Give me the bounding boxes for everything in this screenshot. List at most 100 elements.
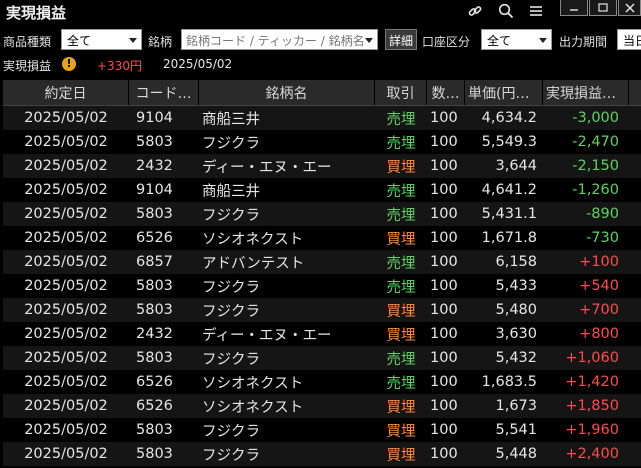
issue-search-placeholder: 銘柄コード / ティッカー / 銘柄名: [186, 34, 365, 48]
cell-trade-date: 2025/05/02: [24, 206, 108, 222]
maximize-icon[interactable]: [589, 0, 617, 16]
cell-trade-date: 2025/05/02: [24, 182, 108, 198]
cell-realized-pl: +800: [579, 326, 619, 342]
cell-quantity: 100: [430, 422, 458, 438]
cell-unit-price: 1,673: [495, 398, 537, 414]
cell-trade-date: 2025/05/02: [24, 326, 108, 342]
cell-unit-price: 1,671.8: [481, 230, 537, 246]
cell-side: 買埋: [386, 423, 416, 440]
cell-side: 売埋: [386, 279, 416, 296]
detail-button[interactable]: 詳細: [385, 29, 418, 50]
cell-quantity: 100: [430, 110, 458, 126]
minimize-icon[interactable]: [560, 0, 588, 16]
cell-quantity: 100: [430, 134, 458, 150]
table-row[interactable]: 2025/05/02 5803 フジクラ 買埋 100 5,480 +700: [3, 298, 641, 322]
cell-trade-date: 2025/05/02: [24, 374, 108, 390]
summary-label: 実現損益: [3, 59, 52, 73]
cell-quantity: 100: [430, 254, 458, 270]
table-row[interactable]: 2025/05/02 6526 ソシオネクスト 買埋 100 1,671.8 -730: [3, 226, 641, 250]
table-row[interactable]: 2025/05/02 5803 フジクラ 買埋 100 5,448 +2,400: [3, 442, 641, 466]
table-row[interactable]: 2025/05/02 5803 フジクラ 売埋 100 5,432 +1,060: [3, 346, 641, 370]
search-icon[interactable]: [494, 0, 518, 22]
table-row[interactable]: 2025/05/02 6526 ソシオネクスト 売埋 100 1,683.5 +1,420: [3, 370, 641, 394]
table-row[interactable]: 2025/05/02 6857 アドバンテスト 売埋 100 6,158 +100: [3, 250, 641, 274]
cell-code: 6526: [136, 230, 173, 246]
account-type-label: 口座区分: [422, 35, 471, 49]
table-row[interactable]: 2025/05/02 2432 ディー・エヌ・エー 買埋 100 3,644 -2,150: [3, 154, 641, 178]
cell-unit-price: 3,644: [495, 158, 537, 174]
header-realized-pl[interactable]: 実現損益…: [543, 80, 629, 105]
table-header: 約定日 コード… 銘柄名 取引 数… 単価(円… 実現損益…: [3, 80, 641, 106]
table-row[interactable]: 2025/05/02 5803 フジクラ 売埋 100 5,433 +540: [3, 274, 641, 298]
cell-issue-name: フジクラ: [202, 303, 260, 320]
cell-quantity: 100: [430, 182, 458, 198]
cell-side: 売埋: [386, 351, 416, 368]
table-row[interactable]: 2025/05/02 9104 商船三井 売埋 100 4,641.2 -1,260: [3, 178, 641, 202]
link-icon[interactable]: [463, 0, 487, 22]
cell-realized-pl: +1,420: [565, 374, 619, 390]
cell-trade-date: 2025/05/02: [24, 398, 108, 414]
cell-realized-pl: +1,850: [565, 398, 619, 414]
cell-trade-date: 2025/05/02: [24, 134, 108, 150]
cell-issue-name: フジクラ: [202, 351, 260, 368]
warning-icon[interactable]: !: [62, 57, 76, 71]
cell-unit-price: 3,630: [495, 326, 537, 342]
window-title: 実現損益: [6, 4, 67, 22]
cell-quantity: 100: [430, 398, 458, 414]
close-icon[interactable]: [618, 0, 641, 16]
cell-trade-date: 2025/05/02: [24, 278, 108, 294]
table-row[interactable]: 2025/05/02 5803 フジクラ 買埋 100 5,541 +1,960: [3, 418, 641, 442]
menu-icon[interactable]: [524, 0, 548, 22]
account-type-value: 全て: [487, 34, 512, 48]
cell-quantity: 100: [430, 350, 458, 366]
filter-bar: 商品種類 全て 銘柄 銘柄コード / ティッカー / 銘柄名 詳細 口座区分 全…: [0, 28, 641, 52]
cell-code: 9104: [136, 182, 173, 198]
cell-quantity: 100: [430, 446, 458, 462]
cell-issue-name: ソシオネクスト: [202, 231, 304, 248]
table-row[interactable]: 2025/05/02 5803 フジクラ 売埋 100 5,431.1 -890: [3, 202, 641, 226]
cell-unit-price: 5,549.3: [481, 134, 537, 150]
header-issue-name[interactable]: 銘柄名: [199, 80, 375, 105]
cell-issue-name: ディー・エヌ・エー: [202, 159, 332, 176]
table-row[interactable]: 2025/05/02 2432 ディー・エヌ・エー 買埋 100 3,630 +800: [3, 322, 641, 346]
cell-trade-date: 2025/05/02: [24, 446, 108, 462]
header-side[interactable]: 取引: [375, 80, 427, 105]
cell-side: 買埋: [386, 159, 416, 176]
cell-realized-pl: +2,400: [565, 446, 619, 462]
cell-code: 5803: [136, 206, 173, 222]
cell-realized-pl: +1,060: [565, 350, 619, 366]
table-row[interactable]: 2025/05/02 5803 フジクラ 売埋 100 5,549.3 -2,470: [3, 130, 641, 154]
product-type-select[interactable]: 全て: [61, 29, 142, 50]
summary-date: 2025/05/02: [163, 57, 233, 71]
cell-unit-price: 5,431.1: [481, 206, 537, 222]
header-unit-price[interactable]: 単価(円…: [465, 80, 543, 105]
cell-realized-pl: -3,000: [572, 110, 619, 126]
cell-trade-date: 2025/05/02: [24, 158, 108, 174]
cell-side: 売埋: [386, 111, 416, 128]
header-code[interactable]: コード…: [129, 80, 199, 105]
table-row[interactable]: 2025/05/02 6526 ソシオネクスト 買埋 100 1,673 +1,850: [3, 394, 641, 418]
cell-unit-price: 5,541: [495, 422, 537, 438]
period-value: 当日: [623, 34, 641, 48]
cell-trade-date: 2025/05/02: [24, 350, 108, 366]
account-type-select[interactable]: 全て: [481, 29, 552, 50]
issue-search-input[interactable]: 銘柄コード / ティッカー / 銘柄名: [181, 29, 378, 50]
cell-realized-pl: -730: [586, 230, 619, 246]
header-trade-date[interactable]: 約定日: [3, 80, 129, 105]
cell-quantity: 100: [430, 230, 458, 246]
cell-realized-pl: -890: [586, 206, 619, 222]
realized-pl-table: 約定日 コード… 銘柄名 取引 数… 単価(円… 実現損益… 2025/05/02 9104 商…: [3, 80, 641, 466]
cell-unit-price: 5,480: [495, 302, 537, 318]
cell-code: 2432: [136, 326, 173, 342]
cell-issue-name: フジクラ: [202, 279, 260, 296]
cell-code: 5803: [136, 446, 173, 462]
table-row[interactable]: 2025/05/02 9104 商船三井 売埋 100 4,634.2 -3,000: [3, 106, 641, 130]
cell-unit-price: 1,683.5: [481, 374, 537, 390]
period-label: 出力期間: [559, 35, 608, 49]
product-type-label: 商品種類: [3, 35, 52, 49]
cell-issue-name: フジクラ: [202, 423, 260, 440]
cell-side: 売埋: [386, 183, 416, 200]
period-select[interactable]: 当日: [617, 29, 641, 50]
cell-side: 売埋: [386, 255, 416, 272]
header-quantity[interactable]: 数…: [427, 80, 465, 105]
